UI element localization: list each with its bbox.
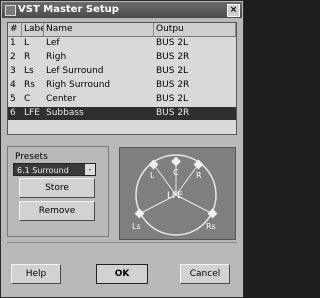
speaker-l-icon[interactable] <box>148 159 159 170</box>
row-number: 6 <box>10 108 16 118</box>
table-row[interactable]: 4 Rs Righ Surround BUS 2R <box>8 79 236 92</box>
speaker-layout-panel: L C R LFE Ls Rs <box>119 147 236 240</box>
help-button[interactable]: Help <box>11 264 61 284</box>
table-row-selected[interactable]: 6 LFE Subbass BUS 2R <box>8 107 236 120</box>
lfe-label: LFE <box>167 191 183 201</box>
title-bar[interactable]: VST Master Setup × <box>2 2 242 18</box>
header-name[interactable]: Name <box>44 23 154 36</box>
row-label: LFE <box>24 108 40 118</box>
row-number: 1 <box>10 38 16 48</box>
window-title: VST Master Setup <box>18 4 119 15</box>
channel-table: # Labe Name Outpu 1 L Lef BUS 2L 2 R Rig… <box>7 22 237 135</box>
row-output[interactable]: BUS 2R <box>154 79 236 92</box>
row-name: Righ Surround <box>46 80 111 90</box>
row-label: Rs <box>24 80 35 90</box>
close-icon[interactable]: × <box>227 4 240 17</box>
row-output[interactable]: BUS 2R <box>154 51 236 64</box>
row-number: 4 <box>10 80 16 90</box>
row-label: R <box>24 52 31 62</box>
row-output[interactable]: BUS 2R <box>154 107 236 120</box>
speaker-l-label: L <box>150 171 155 180</box>
row-label: C <box>24 94 31 104</box>
row-name: Righ <box>46 52 67 62</box>
row-name: Lef <box>46 38 60 48</box>
header-label[interactable]: Labe <box>22 23 44 36</box>
divider <box>7 242 237 243</box>
header-number[interactable]: # <box>8 23 22 36</box>
table-header: # Labe Name Outpu <box>8 23 236 37</box>
speaker-r-icon[interactable] <box>193 159 204 170</box>
preset-dropdown[interactable]: 6.1 Surround - <box>13 163 96 176</box>
vst-master-setup-window: VST Master Setup × # Labe Name Outpu 1 L… <box>0 0 244 298</box>
store-button[interactable]: Store <box>19 178 95 198</box>
table-row[interactable]: 3 Ls Lef Surround BUS 2L <box>8 65 236 78</box>
row-label: Ls <box>24 66 34 76</box>
speaker-c-icon[interactable] <box>171 156 181 167</box>
row-name: Subbass <box>46 108 84 118</box>
dropdown-arrow-icon[interactable]: - <box>85 164 95 175</box>
speaker-r-label: R <box>196 171 202 180</box>
presets-label: Presets <box>15 152 48 162</box>
preset-selected-value: 6.1 Surround <box>17 166 69 175</box>
table-row[interactable]: 1 L Lef BUS 2L <box>8 37 236 50</box>
row-output[interactable]: BUS 2L <box>154 93 236 106</box>
row-output[interactable]: BUS 2L <box>154 65 236 78</box>
speaker-layout-diagram: L C R LFE Ls Rs <box>132 154 218 236</box>
ok-button[interactable]: OK <box>96 264 148 284</box>
table-row[interactable]: 5 C Center BUS 2L <box>8 93 236 106</box>
row-output[interactable]: BUS 2L <box>154 37 236 50</box>
remove-button[interactable]: Remove <box>19 201 95 221</box>
header-output[interactable]: Outpu <box>154 23 236 36</box>
speaker-rs-label: Rs <box>206 222 216 231</box>
row-number: 3 <box>10 66 16 76</box>
row-number: 2 <box>10 52 16 62</box>
cancel-button[interactable]: Cancel <box>180 264 230 284</box>
app-icon <box>5 5 16 16</box>
row-name: Center <box>46 94 77 104</box>
row-label: L <box>24 38 30 48</box>
table-row[interactable]: 2 R Righ BUS 2R <box>8 51 236 64</box>
row-name: Lef Surround <box>46 66 104 76</box>
speaker-c-label: C <box>173 168 179 177</box>
speaker-ls-label: Ls <box>132 222 141 231</box>
row-number: 5 <box>10 94 16 104</box>
